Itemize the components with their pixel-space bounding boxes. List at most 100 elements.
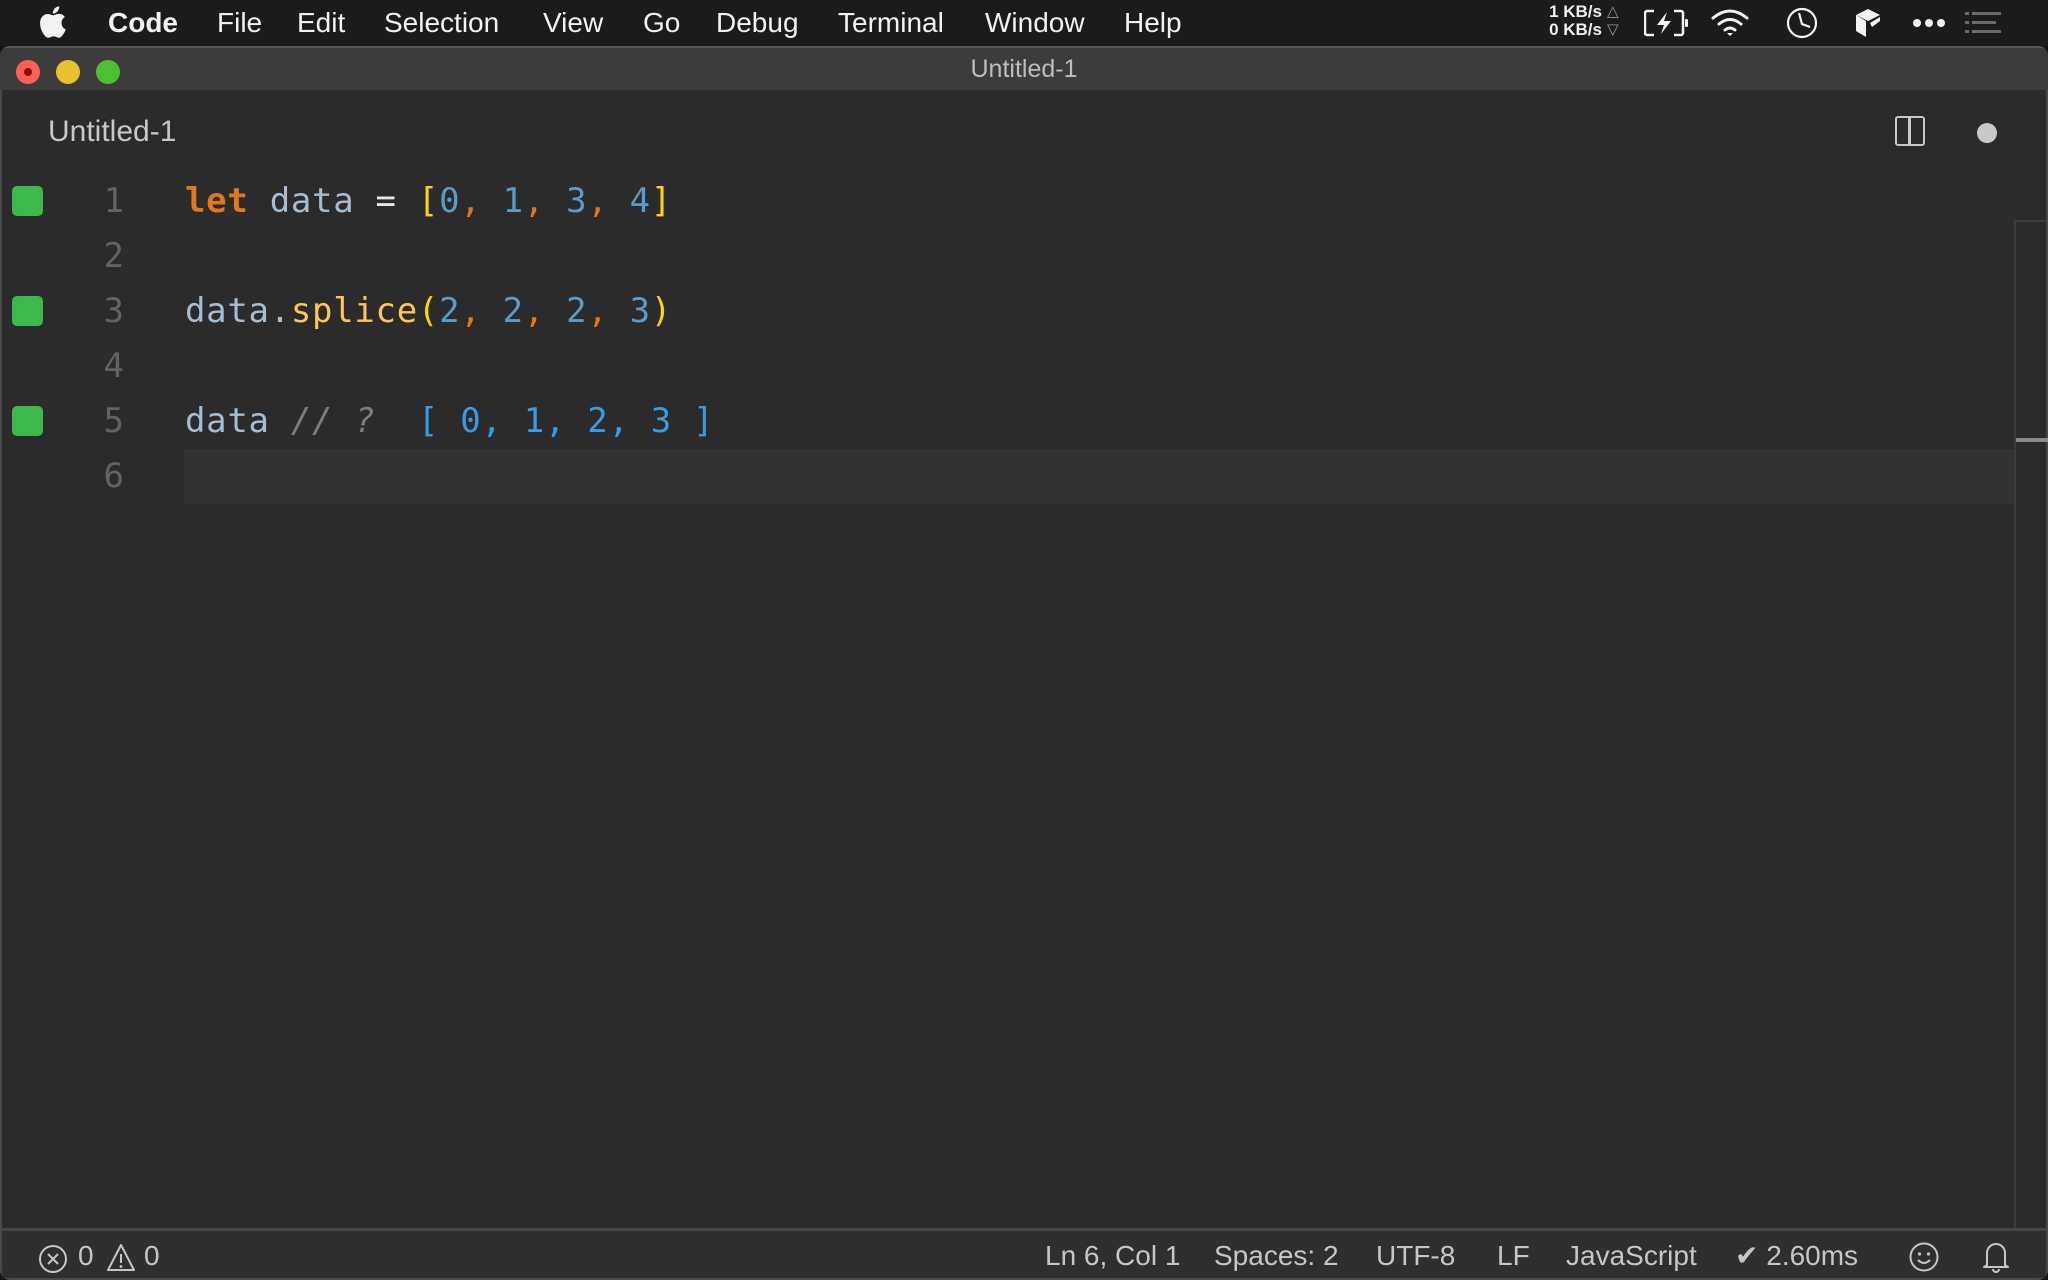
net-arrows: △ ▽ [1607,3,1619,39]
list-icon[interactable] [1965,11,2001,35]
code-token: , [460,291,482,331]
code-token: , [523,181,545,221]
code-token: ) [650,291,672,331]
error-count[interactable]: 0 [78,1239,94,1273]
upload-arrow-icon: △ [1607,3,1619,20]
net-download-speed: 0 KB/s [1549,20,1602,39]
menu-window[interactable]: Window [985,6,1085,40]
code-token: 2 [502,291,524,331]
code-line[interactable]: 2 [2,229,2014,284]
code-line[interactable]: 6 [2,449,2014,504]
code-token: , [523,291,545,331]
code-text[interactable]: let data = [0, 1, 3, 4] [185,174,672,229]
menu-selection[interactable]: Selection [384,6,499,40]
code-line[interactable]: 4 [2,339,2014,394]
code-token: [ [417,181,440,221]
code-token: 2 [566,291,588,331]
code-token: data [185,401,270,441]
network-speed[interactable]: 1 KB/s 0 KB/s [1540,3,1602,39]
code-token: let [185,181,249,221]
code-token: 3 [566,181,588,221]
feedback-smiley-icon[interactable] [1908,1241,1940,1273]
coverage-marker-icon [12,296,43,326]
menu-help[interactable]: Help [1124,6,1182,40]
code-token: 1 [502,181,524,221]
line-number: 1 [103,181,124,221]
code-token: ] [650,181,672,221]
vscode-window: Untitled-1 Untitled-1 1 let data = [0, 1,… [0,46,2048,1280]
warning-count[interactable]: 0 [144,1239,160,1273]
code-token: // ? [290,401,376,441]
menu-file[interactable]: File [217,6,262,40]
menu-debug[interactable]: Debug [716,6,799,40]
wifi-icon[interactable] [1710,8,1750,38]
code-line[interactable]: 5 data // ? [ 0, 1, 2, 3 ] [2,394,2014,449]
window-title: Untitled-1 [970,55,1078,83]
inline-result: [ 0, 1, 2, 3 ] [417,401,715,441]
menu-go[interactable]: Go [643,6,680,40]
code-token: 3 [629,291,651,331]
overview-ruler[interactable] [2014,220,2048,1228]
code-token: data [269,181,355,221]
code-token: 0 [439,181,461,221]
code-token: , [460,181,482,221]
error-icon[interactable] [38,1244,68,1274]
status-bar: 0 0 Ln 6, Col 1 Spaces: 2 UTF-8 LF JavaS… [2,1228,2046,1278]
macos-menu-bar: Code File Edit Selection View Go Debug T… [0,0,2048,46]
code-text[interactable]: data // ? [ 0, 1, 2, 3 ] [185,394,714,449]
line-number: 2 [103,236,124,276]
code-editor[interactable]: 1 let data = [0, 1, 3, 4] 2 3 data.splice(2,… [2,174,2048,1228]
code-token: 4 [629,181,651,221]
clock-icon[interactable] [1786,7,1818,39]
menu-code[interactable]: Code [108,6,178,40]
code-token: . [269,291,291,331]
warning-icon[interactable] [106,1243,136,1273]
indentation[interactable]: Spaces: 2 [1214,1239,1339,1273]
code-token: ( [417,291,440,331]
menu-view[interactable]: View [543,6,603,40]
notifications-bell-icon[interactable] [1982,1239,2010,1273]
coverage-marker-icon [12,406,43,436]
unsaved-dot-icon[interactable] [1977,123,1997,143]
app-cube-icon[interactable] [1854,7,1882,39]
code-token: 2 [439,291,461,331]
code-token: data [185,291,270,331]
cursor-position[interactable]: Ln 6, Col 1 [1045,1239,1180,1273]
ruler-cursor-mark [2016,438,2048,442]
code-text[interactable]: data.splice(2, 2, 2, 3) [185,284,672,339]
code-token: , [587,291,609,331]
line-number: 6 [103,456,124,496]
menu-edit[interactable]: Edit [297,6,345,40]
menu-terminal[interactable]: Terminal [838,6,944,40]
apple-logo-icon[interactable] [40,5,66,39]
language-mode[interactable]: JavaScript [1566,1239,1697,1273]
net-upload-speed: 1 KB/s [1549,2,1602,21]
more-icon[interactable] [1912,16,1946,30]
battery-charging-icon[interactable] [1644,9,1690,37]
title-bar[interactable]: Untitled-1 [0,46,2048,90]
coverage-marker-icon [12,186,43,216]
encoding[interactable]: UTF-8 [1376,1239,1455,1273]
code-line[interactable]: 1 let data = [0, 1, 3, 4] [2,174,2014,229]
code-token: = [354,181,418,221]
tab-untitled-1[interactable]: Untitled-1 [48,112,176,152]
current-line-highlight [184,449,2014,504]
end-of-line[interactable]: LF [1497,1239,1530,1273]
line-number: 4 [103,346,124,386]
code-line[interactable]: 3 data.splice(2, 2, 2, 3) [2,284,2014,339]
quokka-timing[interactable]: ✔ 2.60ms [1735,1239,1858,1273]
editor-tab-bar: Untitled-1 [2,90,2046,174]
split-editor-icon[interactable] [1895,116,1925,146]
code-token: , [587,181,609,221]
code-token: splice [290,291,418,331]
download-arrow-icon: ▽ [1607,21,1619,38]
